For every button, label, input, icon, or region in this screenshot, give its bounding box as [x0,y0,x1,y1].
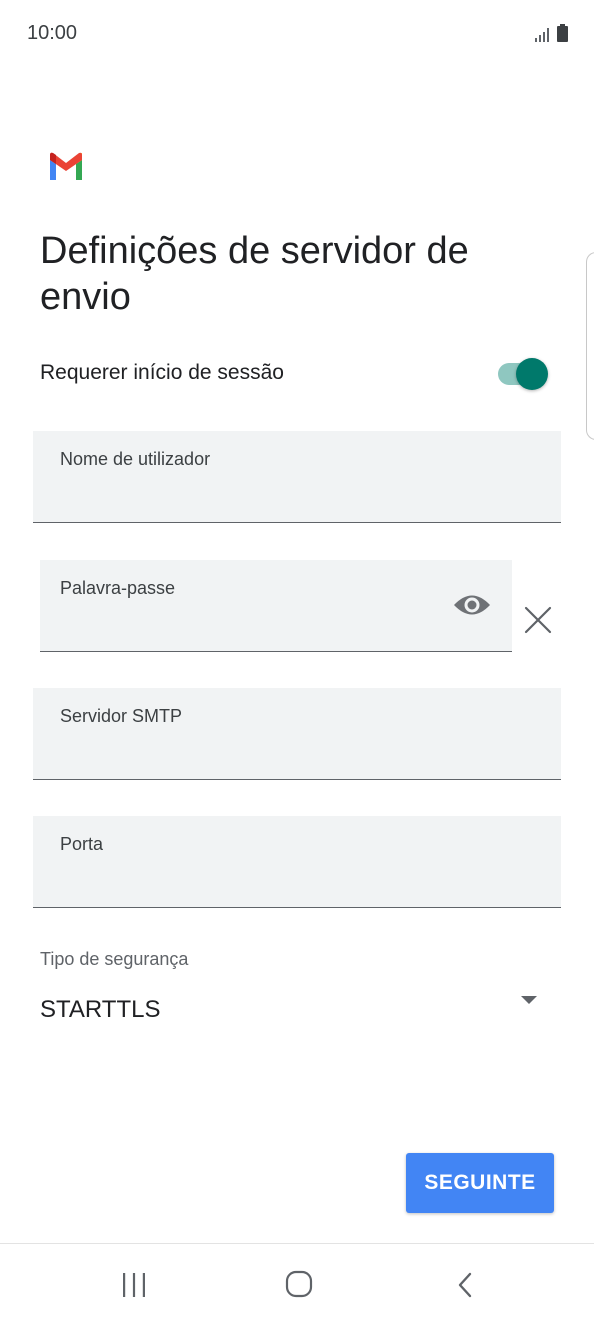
status-time: 10:00 [27,22,78,44]
gmail-logo [50,152,82,180]
port-label: Porta [60,834,104,854]
username-label: Nome de utilizador [60,449,211,469]
nav-divider [0,1243,594,1244]
home-icon[interactable] [285,1270,313,1298]
show-password-icon[interactable] [452,590,492,620]
dropdown-arrow-icon[interactable] [519,994,539,1006]
require-signin-label: Requerer início de sessão [40,361,284,384]
signal-icon [535,28,549,42]
username-field[interactable]: Nome de utilizador [33,431,561,523]
clear-password-icon[interactable] [522,604,554,636]
port-field[interactable]: Porta [33,816,561,908]
security-type-select[interactable]: STARTTLS [40,996,160,1024]
smtp-server-field[interactable]: Servidor SMTP [33,688,561,780]
status-icons [535,24,568,42]
toggle-knob [516,358,548,390]
security-type-label: Tipo de segurança [40,949,189,969]
password-field[interactable]: Palavra-passe [40,560,512,652]
smtp-server-label: Servidor SMTP [60,706,183,726]
battery-icon [557,24,568,42]
back-icon[interactable] [455,1271,475,1299]
require-signin-toggle[interactable] [496,358,552,390]
recent-apps-icon[interactable] [120,1272,148,1298]
password-label: Palavra-passe [60,578,176,598]
side-scroll-indicator[interactable] [586,252,594,440]
page-title: Definições de servidor de envio [40,230,469,318]
next-button[interactable]: SEGUINTE [406,1153,554,1213]
